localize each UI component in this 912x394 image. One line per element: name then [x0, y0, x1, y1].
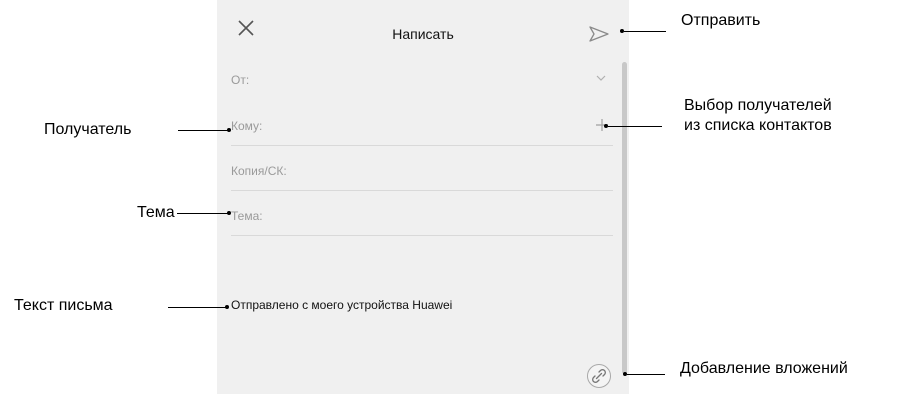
cc-input[interactable] [311, 159, 583, 185]
callout-dot [227, 128, 231, 132]
subject-input[interactable] [291, 204, 583, 230]
divider [231, 190, 613, 191]
send-icon [589, 26, 609, 42]
callout-line [627, 374, 665, 375]
cc-label: Копия/СК: [231, 164, 287, 178]
top-bar: Написать [217, 0, 629, 56]
callout-subject: Тема [137, 204, 175, 221]
callout-attachments: Добавление вложений [680, 360, 848, 377]
to-label: Кому: [231, 119, 263, 133]
scrollbar[interactable] [622, 62, 627, 374]
message-body[interactable]: Отправлено с моего устройства Huawei [231, 298, 452, 312]
attach-button[interactable] [587, 364, 611, 388]
callout-line [608, 126, 662, 127]
compose-form: От: Кому: Копия/СК: Тема: Отправлено с м… [217, 58, 629, 394]
callout-line [177, 213, 228, 214]
to-input[interactable] [291, 114, 583, 140]
callout-send: Отправить [681, 12, 761, 29]
callout-choose-contacts-2: из списка контактов [684, 117, 832, 134]
subject-row: Тема: [231, 196, 613, 236]
send-button[interactable] [588, 23, 610, 45]
callout-line [168, 307, 226, 308]
divider [231, 235, 613, 236]
callout-dot [227, 211, 231, 215]
callout-choose-contacts-1: Выбор получателей [684, 97, 832, 114]
callout-line [178, 130, 228, 131]
subject-label: Тема: [231, 209, 263, 223]
callout-recipient: Получатель [44, 121, 132, 138]
from-label: От: [231, 73, 250, 87]
to-row: Кому: [231, 106, 613, 146]
callout-line [624, 31, 666, 32]
callout-body: Текст письма [14, 297, 113, 314]
chevron-down-icon[interactable] [595, 72, 607, 84]
page-title: Написать [392, 26, 454, 42]
from-row[interactable]: От: [231, 60, 613, 100]
paperclip-icon [592, 369, 606, 383]
cc-row: Копия/СК: [231, 151, 613, 191]
compose-screen: Написать От: Кому: Копия/СК: Тема: Отпра… [217, 0, 629, 394]
callout-dot [225, 305, 229, 309]
divider [231, 145, 613, 146]
